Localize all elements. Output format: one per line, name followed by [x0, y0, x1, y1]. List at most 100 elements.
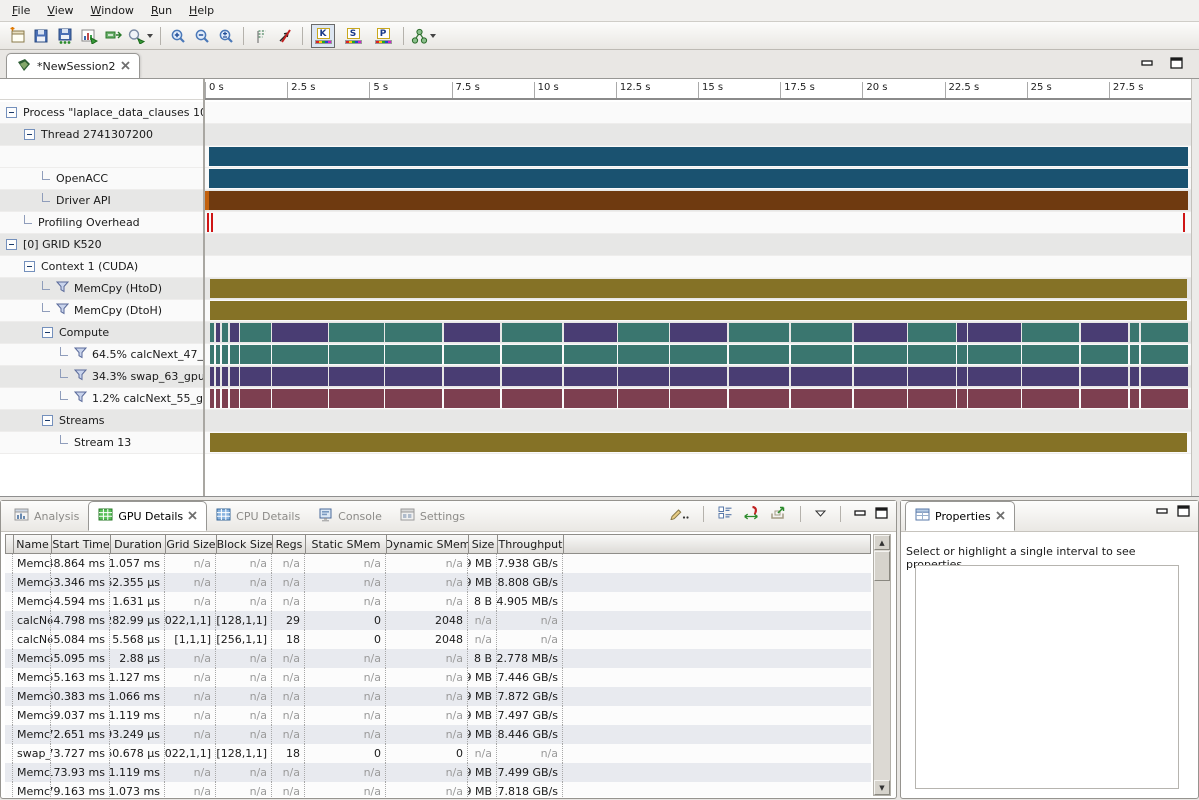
timeline-row[interactable]: Profiling Overhead	[0, 212, 1191, 234]
timeline-track[interactable]	[205, 235, 1191, 254]
interval[interactable]	[210, 279, 1187, 298]
interval[interactable]	[1130, 367, 1139, 386]
session-tab[interactable]: *NewSession2	[6, 53, 140, 78]
table-row[interactable]: Memcpy155.163 ms1.127 msn/an/an/an/an/a9…	[5, 668, 871, 687]
interval[interactable]	[854, 389, 907, 408]
column-header-dynamic-smem[interactable]: Dynamic SMem	[387, 535, 469, 553]
interval[interactable]	[444, 323, 501, 342]
interval[interactable]	[1141, 323, 1188, 342]
interval[interactable]	[1022, 323, 1079, 342]
interval[interactable]	[618, 389, 669, 408]
interval[interactable]	[329, 389, 384, 408]
interval[interactable]	[1022, 367, 1079, 386]
interval[interactable]	[272, 389, 328, 408]
interval[interactable]	[1081, 389, 1129, 408]
interval[interactable]	[729, 323, 790, 342]
interval[interactable]	[502, 389, 563, 408]
interval[interactable]	[854, 367, 907, 386]
interval[interactable]	[968, 389, 1021, 408]
collapse-minus-icon[interactable]	[6, 239, 17, 250]
menu-dropdown-icon[interactable]	[814, 508, 827, 521]
interval[interactable]	[329, 367, 384, 386]
interval[interactable]	[1141, 345, 1188, 364]
table-row[interactable]: Memcpy154.594 ms1.631 µsn/an/an/an/an/a8…	[5, 592, 871, 611]
timeline-row[interactable]: Thread 2741307200	[0, 124, 1191, 146]
tab-settings[interactable]: Settings	[391, 501, 474, 531]
timeline-row[interactable]: 64.5% calcNext_47_...	[0, 344, 1191, 366]
interval[interactable]	[216, 367, 220, 386]
interval[interactable]	[210, 323, 214, 342]
interval[interactable]	[444, 345, 501, 364]
timeline-track[interactable]	[205, 389, 1191, 408]
interval[interactable]	[957, 345, 966, 364]
interval[interactable]	[957, 389, 966, 408]
interval[interactable]	[908, 389, 956, 408]
table-row[interactable]: Memcpy173.93 ms1.119 msn/an/an/an/an/a9 …	[5, 763, 871, 782]
view-mode-icon[interactable]	[717, 505, 734, 523]
table-row[interactable]: calcNext154.798 ms282.99 µs[1022,1,1][12…	[5, 611, 871, 630]
interval[interactable]	[222, 345, 228, 364]
interval[interactable]	[791, 367, 853, 386]
filter-funnel-icon[interactable]	[74, 347, 87, 362]
interval[interactable]	[670, 367, 727, 386]
chart-icon[interactable]	[77, 24, 101, 48]
timeline-row[interactable]: Streams	[0, 410, 1191, 432]
interval[interactable]	[1130, 345, 1139, 364]
minimize-icon[interactable]	[1156, 506, 1169, 519]
maximize-icon[interactable]	[1170, 57, 1183, 72]
timeline-row[interactable]: 1.2% calcNext_55_g...	[0, 388, 1191, 410]
interval[interactable]	[230, 345, 239, 364]
interval[interactable]	[272, 345, 328, 364]
interval[interactable]	[210, 301, 1187, 320]
interval[interactable]	[205, 191, 1188, 210]
column-header-regs[interactable]: Regs	[273, 535, 306, 553]
column-header-grid-size[interactable]: Grid Size	[166, 535, 217, 553]
timeline-track[interactable]	[205, 213, 1191, 232]
scroll-thumb[interactable]	[874, 551, 890, 581]
interval[interactable]	[222, 389, 228, 408]
menu-help[interactable]: Help	[181, 1, 223, 20]
marker-icon[interactable]	[249, 24, 273, 48]
timeline-row[interactable]: OpenACC	[0, 168, 1191, 190]
interval[interactable]	[1022, 345, 1079, 364]
interval[interactable]	[216, 345, 220, 364]
interval[interactable]	[908, 345, 956, 364]
interval[interactable]	[670, 389, 727, 408]
kernel-colors-button[interactable]: K	[311, 24, 335, 48]
timeline-track[interactable]	[205, 301, 1191, 320]
interval[interactable]	[968, 367, 1021, 386]
interval[interactable]	[210, 389, 214, 408]
table-row[interactable]: calcNext155.084 ms5.568 µs[1,1,1][256,1,…	[5, 630, 871, 649]
interval[interactable]	[968, 345, 1021, 364]
save-all-icon[interactable]	[53, 24, 77, 48]
interval[interactable]	[240, 345, 270, 364]
interval[interactable]	[1130, 389, 1139, 408]
tab-analysis[interactable]: Analysis	[5, 501, 88, 531]
timeline-track[interactable]	[205, 323, 1191, 342]
collapse-minus-icon[interactable]	[42, 415, 53, 426]
stream-colors-button[interactable]: S	[341, 24, 365, 48]
interval[interactable]	[791, 345, 853, 364]
tree-splitter[interactable]	[203, 79, 205, 496]
focus-selection-icon[interactable]	[742, 505, 761, 523]
collapse-minus-icon[interactable]	[6, 107, 17, 118]
filter-funnel-icon[interactable]	[74, 369, 87, 384]
timeline-row[interactable]: Process "laplace_data_clauses 10...	[0, 102, 1191, 124]
zoom-out-icon[interactable]	[190, 24, 214, 48]
new-session-icon[interactable]	[5, 24, 29, 48]
interval[interactable]	[210, 433, 1187, 452]
timeline-track[interactable]	[205, 169, 1191, 188]
export-icon[interactable]	[769, 505, 787, 523]
interval[interactable]	[957, 367, 966, 386]
interval[interactable]	[230, 367, 239, 386]
timeline-track[interactable]	[205, 345, 1191, 364]
interval[interactable]	[564, 323, 617, 342]
timeline-track[interactable]	[205, 433, 1191, 452]
timeline-row[interactable]	[0, 146, 1191, 168]
minimize-icon[interactable]	[1141, 58, 1154, 71]
scroll-up-button[interactable]: ▲	[874, 535, 890, 550]
table-row[interactable]: Memcpy155.095 ms2.88 µsn/an/an/an/an/a8 …	[5, 649, 871, 668]
interval[interactable]	[670, 345, 727, 364]
interval[interactable]	[502, 345, 563, 364]
tab-console[interactable]: Console	[309, 501, 391, 531]
